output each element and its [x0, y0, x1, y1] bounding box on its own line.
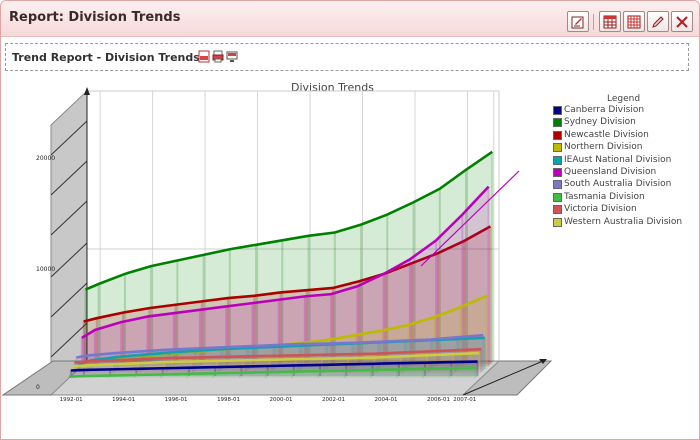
legend-title: Legend	[607, 94, 641, 104]
legend-swatch	[553, 205, 562, 215]
legend-label: Newcastle Division	[564, 129, 649, 140]
y-tick-label: 20000	[36, 155, 55, 162]
x-tick-label: 1996-01	[165, 397, 188, 403]
x-tick-label: 2002-01	[322, 397, 345, 403]
x-tick-label: 2007-01	[453, 397, 476, 403]
legend-label: South Australia Division	[564, 179, 672, 190]
legend-swatch	[553, 168, 562, 177]
legend-swatch	[553, 180, 562, 190]
x-tick-label: 2000-01	[270, 397, 293, 403]
legend-label: Canberra Division	[564, 105, 645, 115]
legend-swatch	[553, 130, 562, 140]
legend-label: Victoria Division	[564, 204, 637, 215]
legend-label: Queensland Division	[564, 167, 657, 177]
legend-label: Tasmania Division	[564, 191, 645, 202]
legend-swatch	[553, 118, 562, 128]
legend-swatch	[553, 192, 562, 202]
legend-swatch	[553, 155, 562, 165]
legend-swatch	[553, 106, 562, 115]
y-tick-label: 0	[36, 384, 40, 391]
x-tick-label: 1992-01	[60, 397, 83, 403]
legend-label: Western Australia Division	[564, 216, 683, 227]
legend-label: Northern Division	[564, 142, 643, 153]
report-window: Report: Division Trends Trend Report - D…	[0, 0, 700, 440]
legend-swatch	[553, 143, 562, 153]
x-tick-label: 2004-01	[375, 397, 398, 403]
x-tick-label: 1994-01	[112, 397, 135, 403]
x-tick-label: 2006-01	[427, 397, 450, 403]
y-tick-label: 10000	[36, 266, 55, 273]
legend-label: Sydney Division	[564, 117, 636, 128]
legend-label: IEAust National Division	[564, 154, 672, 165]
x-tick-label: 1998-01	[217, 397, 240, 403]
legend-swatch	[553, 217, 562, 227]
